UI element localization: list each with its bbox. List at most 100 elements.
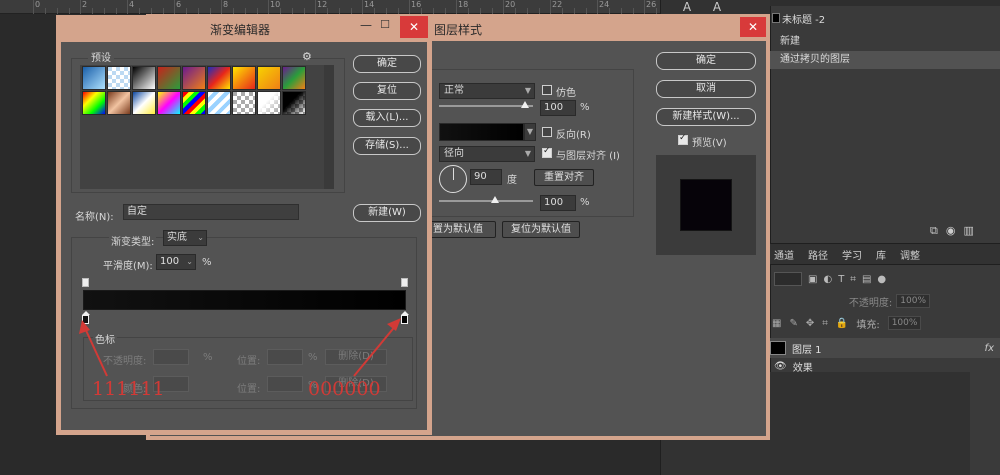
reverse-checkbox[interactable] — [542, 127, 552, 137]
lock-all-icon[interactable]: 🔒 — [836, 318, 848, 329]
angle-input[interactable]: 90 — [470, 169, 502, 185]
ruler-major-tick — [33, 0, 34, 14]
opacity-slider-track[interactable] — [439, 105, 533, 107]
preview-label: 预览(V) — [692, 138, 727, 149]
lock-artboard-icon[interactable]: ⌗ — [822, 318, 828, 329]
image-filter-icon[interactable]: ▣ — [808, 274, 817, 285]
close-button[interactable]: ✕ — [400, 16, 428, 38]
preset-swatch[interactable] — [82, 91, 106, 115]
ok-button[interactable]: 确定 — [353, 55, 421, 73]
smoothness-input[interactable]: 100 ⌄ — [156, 254, 196, 270]
preset-swatch[interactable] — [132, 91, 156, 115]
shape-filter-icon[interactable]: ⌗ — [850, 274, 856, 285]
new-gradient-button[interactable]: 新建(W) — [353, 204, 421, 222]
color-stop-right[interactable] — [401, 311, 409, 324]
ruler-number: 22 — [552, 0, 563, 9]
preset-scrollbar[interactable] — [324, 65, 334, 189]
layer-item[interactable]: 图层 1 fx — [770, 338, 1000, 358]
tab-channels[interactable]: 通道 — [774, 247, 794, 262]
gradient-style-select[interactable]: 径向 ▼ — [439, 146, 535, 162]
opacity-slider-thumb[interactable] — [521, 101, 529, 108]
preset-swatch[interactable] — [157, 91, 181, 115]
scale-input[interactable]: 100 — [540, 195, 576, 211]
layer-kind-select[interactable] — [774, 272, 802, 286]
trash-icon[interactable]: ▥ — [963, 224, 973, 238]
reset-default-button[interactable]: 复位为默认值 — [502, 221, 580, 238]
lock-position-icon[interactable]: ✥ — [806, 318, 814, 329]
close-button[interactable]: ✕ — [740, 17, 766, 37]
type-filter-icon[interactable]: T — [838, 274, 844, 285]
maximize-button[interactable]: ☐ — [380, 18, 390, 31]
preset-swatch[interactable] — [207, 66, 231, 90]
lock-transparency-icon[interactable]: ▦ — [772, 318, 781, 329]
reset-button[interactable]: 复位 — [353, 82, 421, 100]
angle-dial[interactable] — [439, 165, 467, 193]
paragraph-tool-icon[interactable]: A — [708, 0, 726, 14]
tab-paths[interactable]: 路径 — [808, 247, 828, 262]
scale-slider-track[interactable] — [439, 200, 533, 202]
character-tool-icon[interactable]: A — [678, 0, 696, 14]
scale-slider-thumb[interactable] — [491, 196, 499, 203]
ruler-major-tick — [456, 0, 457, 14]
tab-adjustments[interactable]: 调整 — [900, 247, 920, 262]
eye-icon[interactable]: 👁 — [774, 361, 787, 372]
gradient-type-select[interactable]: 实底 ⌄ — [163, 230, 207, 246]
opacity-value[interactable]: 100% — [896, 294, 930, 308]
preset-swatch[interactable] — [232, 66, 256, 90]
preset-swatch[interactable] — [257, 66, 281, 90]
minimize-button[interactable]: — — [360, 18, 372, 32]
preset-swatch[interactable] — [182, 66, 206, 90]
gradient-swatch[interactable] — [439, 123, 524, 141]
history-item-layer-via-copy[interactable]: 通过拷贝的图层 — [770, 51, 1000, 69]
tab-learn[interactable]: 学习 — [842, 247, 862, 262]
preset-swatch[interactable] — [257, 91, 281, 115]
preset-swatch[interactable] — [132, 66, 156, 90]
gradient-editor-titlebar[interactable]: 渐变编辑器 — ☐ ✕ — [56, 15, 432, 42]
ruler-major-tick — [174, 0, 175, 14]
gradient-bar[interactable] — [83, 290, 406, 310]
opacity-stop-left[interactable] — [82, 278, 89, 287]
gradient-name-input[interactable]: 自定 — [123, 204, 299, 220]
preset-swatch[interactable] — [232, 91, 256, 115]
save-button[interactable]: 存储(S)... — [353, 137, 421, 155]
filter-toggle-icon[interactable]: ● — [877, 274, 886, 285]
lock-paint-icon[interactable]: ✎ — [789, 318, 797, 329]
opacity-stop-right[interactable] — [401, 278, 408, 287]
smart-object-filter-icon[interactable]: ▤ — [862, 274, 871, 285]
preset-swatch[interactable] — [82, 66, 106, 90]
preset-swatch[interactable] — [182, 91, 206, 115]
preset-swatch[interactable] — [282, 91, 306, 115]
ruler-number: 10 — [270, 0, 281, 9]
history-item-snapshot[interactable]: 未标题 -2 — [770, 12, 1000, 30]
load-button[interactable]: 载入(L)... — [353, 109, 421, 127]
preset-swatch[interactable] — [107, 91, 131, 115]
preset-swatch[interactable] — [107, 66, 131, 90]
blend-mode-select[interactable]: 正常 ▼ — [439, 83, 535, 99]
new-style-button[interactable]: 新建样式(W)... — [656, 108, 756, 126]
history-item-new[interactable]: 新建 — [770, 33, 1000, 51]
preset-swatch[interactable] — [207, 91, 231, 115]
fill-value[interactable]: 100% — [887, 316, 922, 330]
preset-swatch-grid — [82, 66, 306, 115]
opacity-input[interactable]: 100 — [540, 100, 576, 116]
color-stop-left[interactable] — [82, 311, 90, 324]
cancel-button[interactable]: 取消 — [656, 80, 756, 98]
tab-libraries[interactable]: 库 — [876, 247, 886, 262]
layer-effects-icon[interactable]: fx — [985, 343, 994, 354]
preset-swatch[interactable] — [282, 66, 306, 90]
dither-label: 仿色 — [556, 88, 576, 99]
ruler-major-tick — [80, 0, 81, 14]
dither-checkbox[interactable] — [542, 85, 552, 95]
ok-button[interactable]: 确定 — [656, 52, 756, 70]
chevron-down-icon: ⌄ — [197, 233, 204, 242]
new-document-icon[interactable]: ⧉ — [930, 224, 938, 238]
preset-swatch[interactable] — [157, 66, 181, 90]
gear-icon[interactable]: ⚙ — [302, 50, 312, 63]
chevron-down-icon[interactable]: ▼ — [524, 123, 536, 141]
reset-alignment-button[interactable]: 重置对齐 — [534, 169, 594, 186]
preview-checkbox[interactable] — [678, 133, 688, 145]
horizontal-ruler: 0 2 4 6 8 10 12 14 16 18 20 22 24 26 — [0, 0, 681, 14]
adjustment-filter-icon[interactable]: ◐ — [823, 274, 832, 285]
align-with-layer-checkbox[interactable] — [542, 146, 552, 158]
camera-icon[interactable]: ◉ — [946, 224, 956, 238]
